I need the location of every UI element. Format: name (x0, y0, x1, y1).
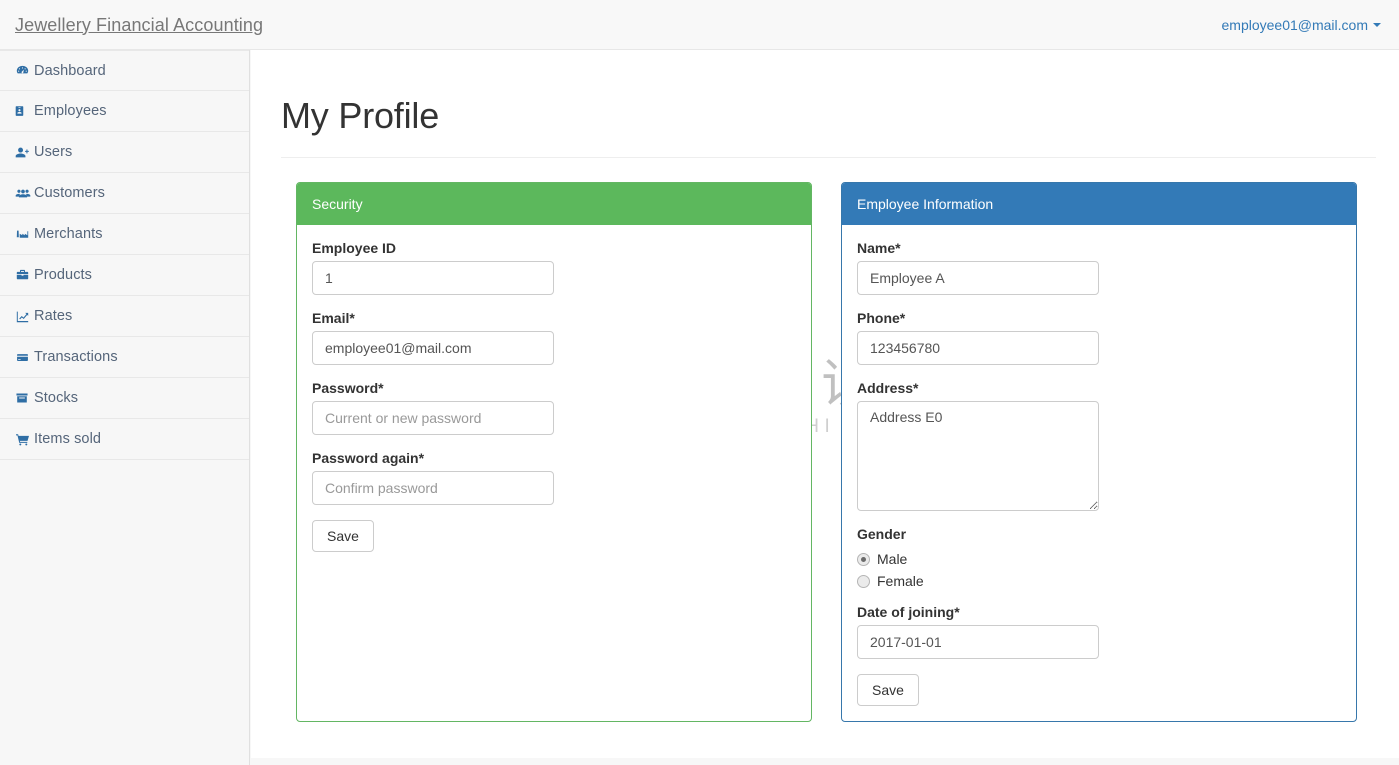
security-save-button[interactable]: Save (312, 520, 374, 552)
gender-option-label: Female (877, 573, 924, 589)
name-label: Name* (857, 240, 901, 256)
user-plus-icon (15, 145, 32, 159)
address-group: Address* Address E0 (857, 380, 1341, 511)
security-panel-body: Employee ID Email* Password* Password ag… (297, 225, 811, 567)
gender-option-label: Male (877, 551, 908, 567)
sidebar-item-stocks[interactable]: Stocks (0, 378, 249, 419)
phone-input[interactable] (857, 331, 1099, 365)
employee-id-input[interactable] (312, 261, 554, 295)
app-brand-link[interactable]: Jewellery Financial Accounting (0, 15, 263, 35)
dashboard-icon (15, 64, 32, 78)
top-navbar: Jewellery Financial Accounting employee0… (0, 0, 1399, 50)
sidebar-item-products[interactable]: Products (0, 255, 249, 296)
sidebar-item-rates[interactable]: Rates (0, 296, 249, 337)
gender-group: Gender Male Female (857, 526, 1341, 589)
id-badge-icon (15, 104, 32, 118)
phone-label: Phone* (857, 310, 906, 326)
sidebar-item-label: Dashboard (34, 62, 106, 79)
panels-row: Security Employee ID Email* Password* (251, 158, 1399, 722)
shopping-cart-icon (15, 432, 32, 446)
sidebar-item-merchants[interactable]: Merchants (0, 214, 249, 255)
password-group: Password* (312, 380, 796, 435)
sidebar-item-label: Employees (34, 103, 107, 119)
password-again-input[interactable] (312, 471, 554, 505)
gender-label: Gender (857, 526, 907, 542)
sidebar-item-label: Users (34, 144, 73, 160)
sidebar-item-items-sold[interactable]: Items sold (0, 419, 249, 460)
line-chart-icon (15, 309, 32, 323)
radio-male-icon[interactable] (857, 552, 870, 566)
email-group: Email* (312, 310, 796, 365)
sidebar-item-dashboard[interactable]: Dashboard (0, 50, 249, 91)
sidebar-item-transactions[interactable]: Transactions (0, 337, 249, 378)
security-panel: Security Employee ID Email* Password* (296, 182, 812, 722)
password-again-label: Password again* (312, 450, 425, 466)
employee-panel-heading: Employee Information (842, 183, 1356, 225)
radio-female-icon[interactable] (857, 574, 870, 588)
employee-panel-title: Employee Information (857, 196, 994, 212)
employee-panel-body: Name* Phone* Address* Address E0 Gender (842, 225, 1356, 721)
sidebar-item-customers[interactable]: Customers (0, 173, 249, 214)
employee-information-panel: Employee Information Name* Phone* Addres… (841, 182, 1357, 722)
sidebar-nav-list: Dashboard Employees Users Customers Merc… (0, 50, 249, 460)
briefcase-icon (15, 268, 32, 282)
date-of-joining-label: Date of joining* (857, 604, 960, 620)
sidebar-item-employees[interactable]: Employees (0, 91, 249, 132)
app-root: Jewellery Financial Accounting employee0… (0, 0, 1399, 765)
main-content: My Profile 小牛知识库 XIAO N (251, 50, 1399, 758)
sidebar-item-label: Items sold (34, 431, 102, 447)
password-input[interactable] (312, 401, 554, 435)
email-input[interactable] (312, 331, 554, 365)
sidebar-item-label: Products (34, 267, 93, 283)
sidebar-item-label: Transactions (34, 349, 118, 365)
employee-id-label: Employee ID (312, 240, 397, 256)
sidebar-item-label: Customers (34, 185, 105, 201)
caret-down-icon (1373, 22, 1381, 27)
archive-icon (15, 391, 32, 405)
security-panel-title: Security (312, 196, 363, 212)
name-group: Name* (857, 240, 1341, 295)
sidebar-item-label: Stocks (34, 390, 79, 406)
navbar-right-section: employee01@mail.com (1222, 17, 1399, 33)
sidebar-item-label: Merchants (34, 226, 103, 242)
sidebar: Dashboard Employees Users Customers Merc… (0, 50, 250, 765)
date-of-joining-group: Date of joining* (857, 604, 1341, 659)
security-panel-heading: Security (297, 183, 811, 225)
name-input[interactable] (857, 261, 1099, 295)
gender-option-female[interactable]: Female (857, 573, 1341, 589)
industry-icon (15, 227, 32, 241)
phone-group: Phone* (857, 310, 1341, 365)
user-account-dropdown[interactable]: employee01@mail.com (1221, 16, 1381, 33)
sidebar-item-users[interactable]: Users (0, 132, 249, 173)
date-of-joining-input[interactable] (857, 625, 1099, 659)
employee-id-group: Employee ID (312, 240, 796, 295)
user-email-label: employee01@mail.com (1221, 16, 1369, 33)
credit-card-icon (15, 350, 32, 364)
employee-save-button[interactable]: Save (857, 674, 919, 706)
address-label: Address* (857, 380, 919, 396)
email-label: Email* (312, 310, 355, 326)
password-again-group: Password again* (312, 450, 796, 505)
gender-option-male[interactable]: Male (857, 551, 1341, 567)
users-group-icon (15, 186, 32, 200)
sidebar-item-label: Rates (34, 308, 73, 324)
page-title: My Profile (281, 95, 440, 136)
address-textarea[interactable]: Address E0 (857, 401, 1099, 511)
password-label: Password* (312, 380, 384, 396)
